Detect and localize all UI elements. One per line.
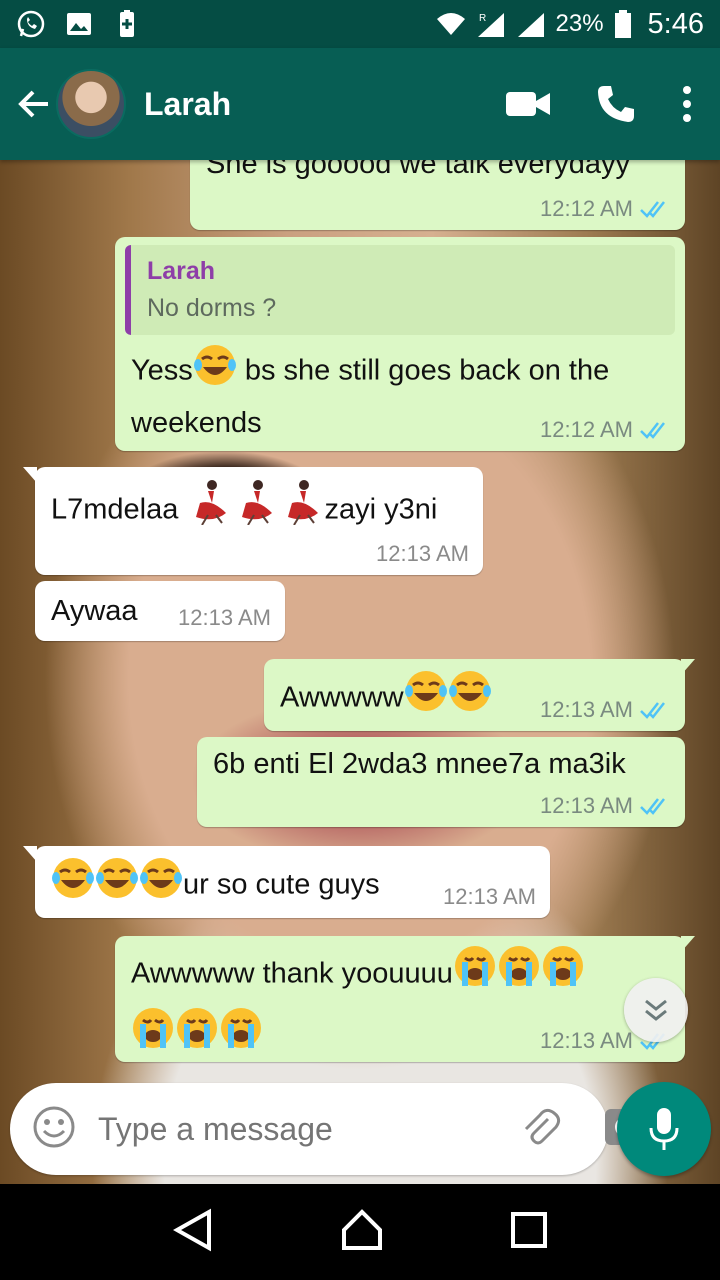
loudly-crying-emoji [219, 1006, 263, 1068]
microphone-icon [649, 1108, 679, 1150]
tears-of-joy-emoji [95, 856, 139, 916]
back-arrow-icon [18, 90, 48, 118]
message-time: 12:12 AM [540, 417, 633, 442]
tears-of-joy-emoji [51, 856, 95, 916]
smiley-icon [33, 1106, 75, 1147]
nav-recents-button[interactable] [510, 1211, 547, 1253]
more-vert-icon [683, 86, 691, 122]
quoted-author: Larah [147, 257, 216, 285]
message-outgoing[interactable]: Awwwww 12:13 AM [264, 659, 695, 731]
gallery-notification-icon [64, 9, 94, 39]
quoted-message[interactable]: Larah No dorms ? [125, 245, 675, 335]
nav-back-button[interactable] [173, 1208, 213, 1257]
message-time: 12:13 AM [376, 541, 469, 566]
message-time: 12:13 AM [540, 793, 633, 818]
double-check-icon [640, 422, 665, 439]
message-text: bs she still goes back on the [236, 354, 610, 387]
message-text: Awwwww [280, 681, 404, 714]
loudly-crying-emoji [453, 944, 497, 1006]
message-incoming[interactable]: ur so cute guys 12:13 AM [23, 846, 550, 918]
message-composer [10, 1083, 645, 1175]
message-incoming[interactable]: L7mdelaa zayi y3ni 12:13 AM [23, 467, 483, 575]
dancer-emoji [278, 479, 324, 543]
message-time: 12:13 AM [540, 697, 633, 722]
recents-square-icon [510, 1211, 547, 1248]
message-text: She is gooood we talk everydayy [206, 160, 630, 180]
phone-icon [598, 86, 634, 122]
battery-plus-icon [112, 9, 142, 39]
message-text: Yess [131, 354, 193, 387]
clock: 5:46 [647, 7, 704, 40]
message-text: 6b enti El 2wda3 mnee7a ma3ik [213, 748, 626, 780]
chat-header: Larah [0, 48, 720, 160]
avatar[interactable] [56, 69, 126, 139]
battery-icon [614, 9, 632, 39]
message-text: zayi y3ni [324, 493, 438, 526]
message-time: 12:13 AM [443, 884, 536, 909]
emoji-button[interactable] [32, 1105, 76, 1154]
whatsapp-notification-icon [16, 9, 46, 39]
chat-area[interactable]: She is gooood we talk everydayy 12:12 AM… [0, 160, 720, 1184]
voice-call-button[interactable] [596, 84, 636, 124]
quoted-text: No dorms ? [147, 294, 277, 322]
message-text: Awwwww thank yoouuuu [131, 957, 453, 990]
message-outgoing[interactable]: Awwwww thank yoouuuu 12:13 AM [115, 936, 695, 1062]
nav-home-button[interactable] [340, 1208, 384, 1257]
svg-text:R: R [479, 13, 486, 24]
message-outgoing[interactable]: 6b enti El 2wda3 mnee7a ma3ik 12:13 AM [197, 737, 685, 827]
attach-button[interactable] [518, 1105, 562, 1154]
double-check-icon [640, 201, 665, 218]
status-bar: R 23% 5:46 [0, 0, 720, 48]
back-button[interactable] [12, 82, 56, 126]
message-input[interactable] [98, 1110, 518, 1148]
loudly-crying-emoji [541, 944, 585, 1006]
message-text: ur so cute guys [183, 868, 380, 901]
system-navigation-bar [0, 1184, 720, 1280]
double-check-icon [640, 702, 665, 719]
message-incoming[interactable]: Aywaa 12:13 AM [35, 581, 285, 641]
video-call-button[interactable] [506, 89, 550, 119]
signal-roaming-icon: R [476, 9, 506, 39]
loudly-crying-emoji [131, 1006, 175, 1068]
battery-percent: 23% [555, 10, 604, 37]
signal-icon [516, 9, 546, 39]
paperclip-icon [524, 1108, 561, 1144]
message-text: weekends [131, 407, 262, 439]
message-time: 12:13 AM [178, 605, 271, 630]
scroll-to-bottom-button[interactable] [624, 978, 688, 1042]
message-time: 12:12 AM [540, 196, 633, 221]
voice-record-button[interactable] [617, 1082, 711, 1176]
tears-of-joy-emoji [404, 669, 448, 729]
double-check-icon [640, 798, 665, 815]
message-text: L7mdelaa [51, 493, 187, 526]
dancer-emoji [232, 479, 278, 543]
message-time: 12:13 AM [540, 1028, 633, 1053]
tears-of-joy-emoji [448, 669, 492, 729]
wifi-icon [436, 9, 466, 39]
dancer-emoji [186, 479, 232, 543]
more-options-button[interactable] [682, 86, 692, 122]
message-outgoing-reply[interactable]: Larah No dorms ? Yess bs she still goes … [115, 237, 685, 451]
loudly-crying-emoji [497, 944, 541, 1006]
loudly-crying-emoji [175, 1006, 219, 1068]
contact-name[interactable]: Larah [144, 86, 231, 123]
tears-of-joy-emoji [193, 343, 237, 401]
message-outgoing[interactable]: She is gooood we talk everydayy 12:12 AM [190, 160, 685, 230]
double-chevron-down-icon [645, 999, 667, 1021]
triangle-back-icon [173, 1208, 212, 1251]
video-camera-icon [506, 92, 550, 116]
home-icon [341, 1208, 382, 1250]
tears-of-joy-emoji [139, 856, 183, 916]
